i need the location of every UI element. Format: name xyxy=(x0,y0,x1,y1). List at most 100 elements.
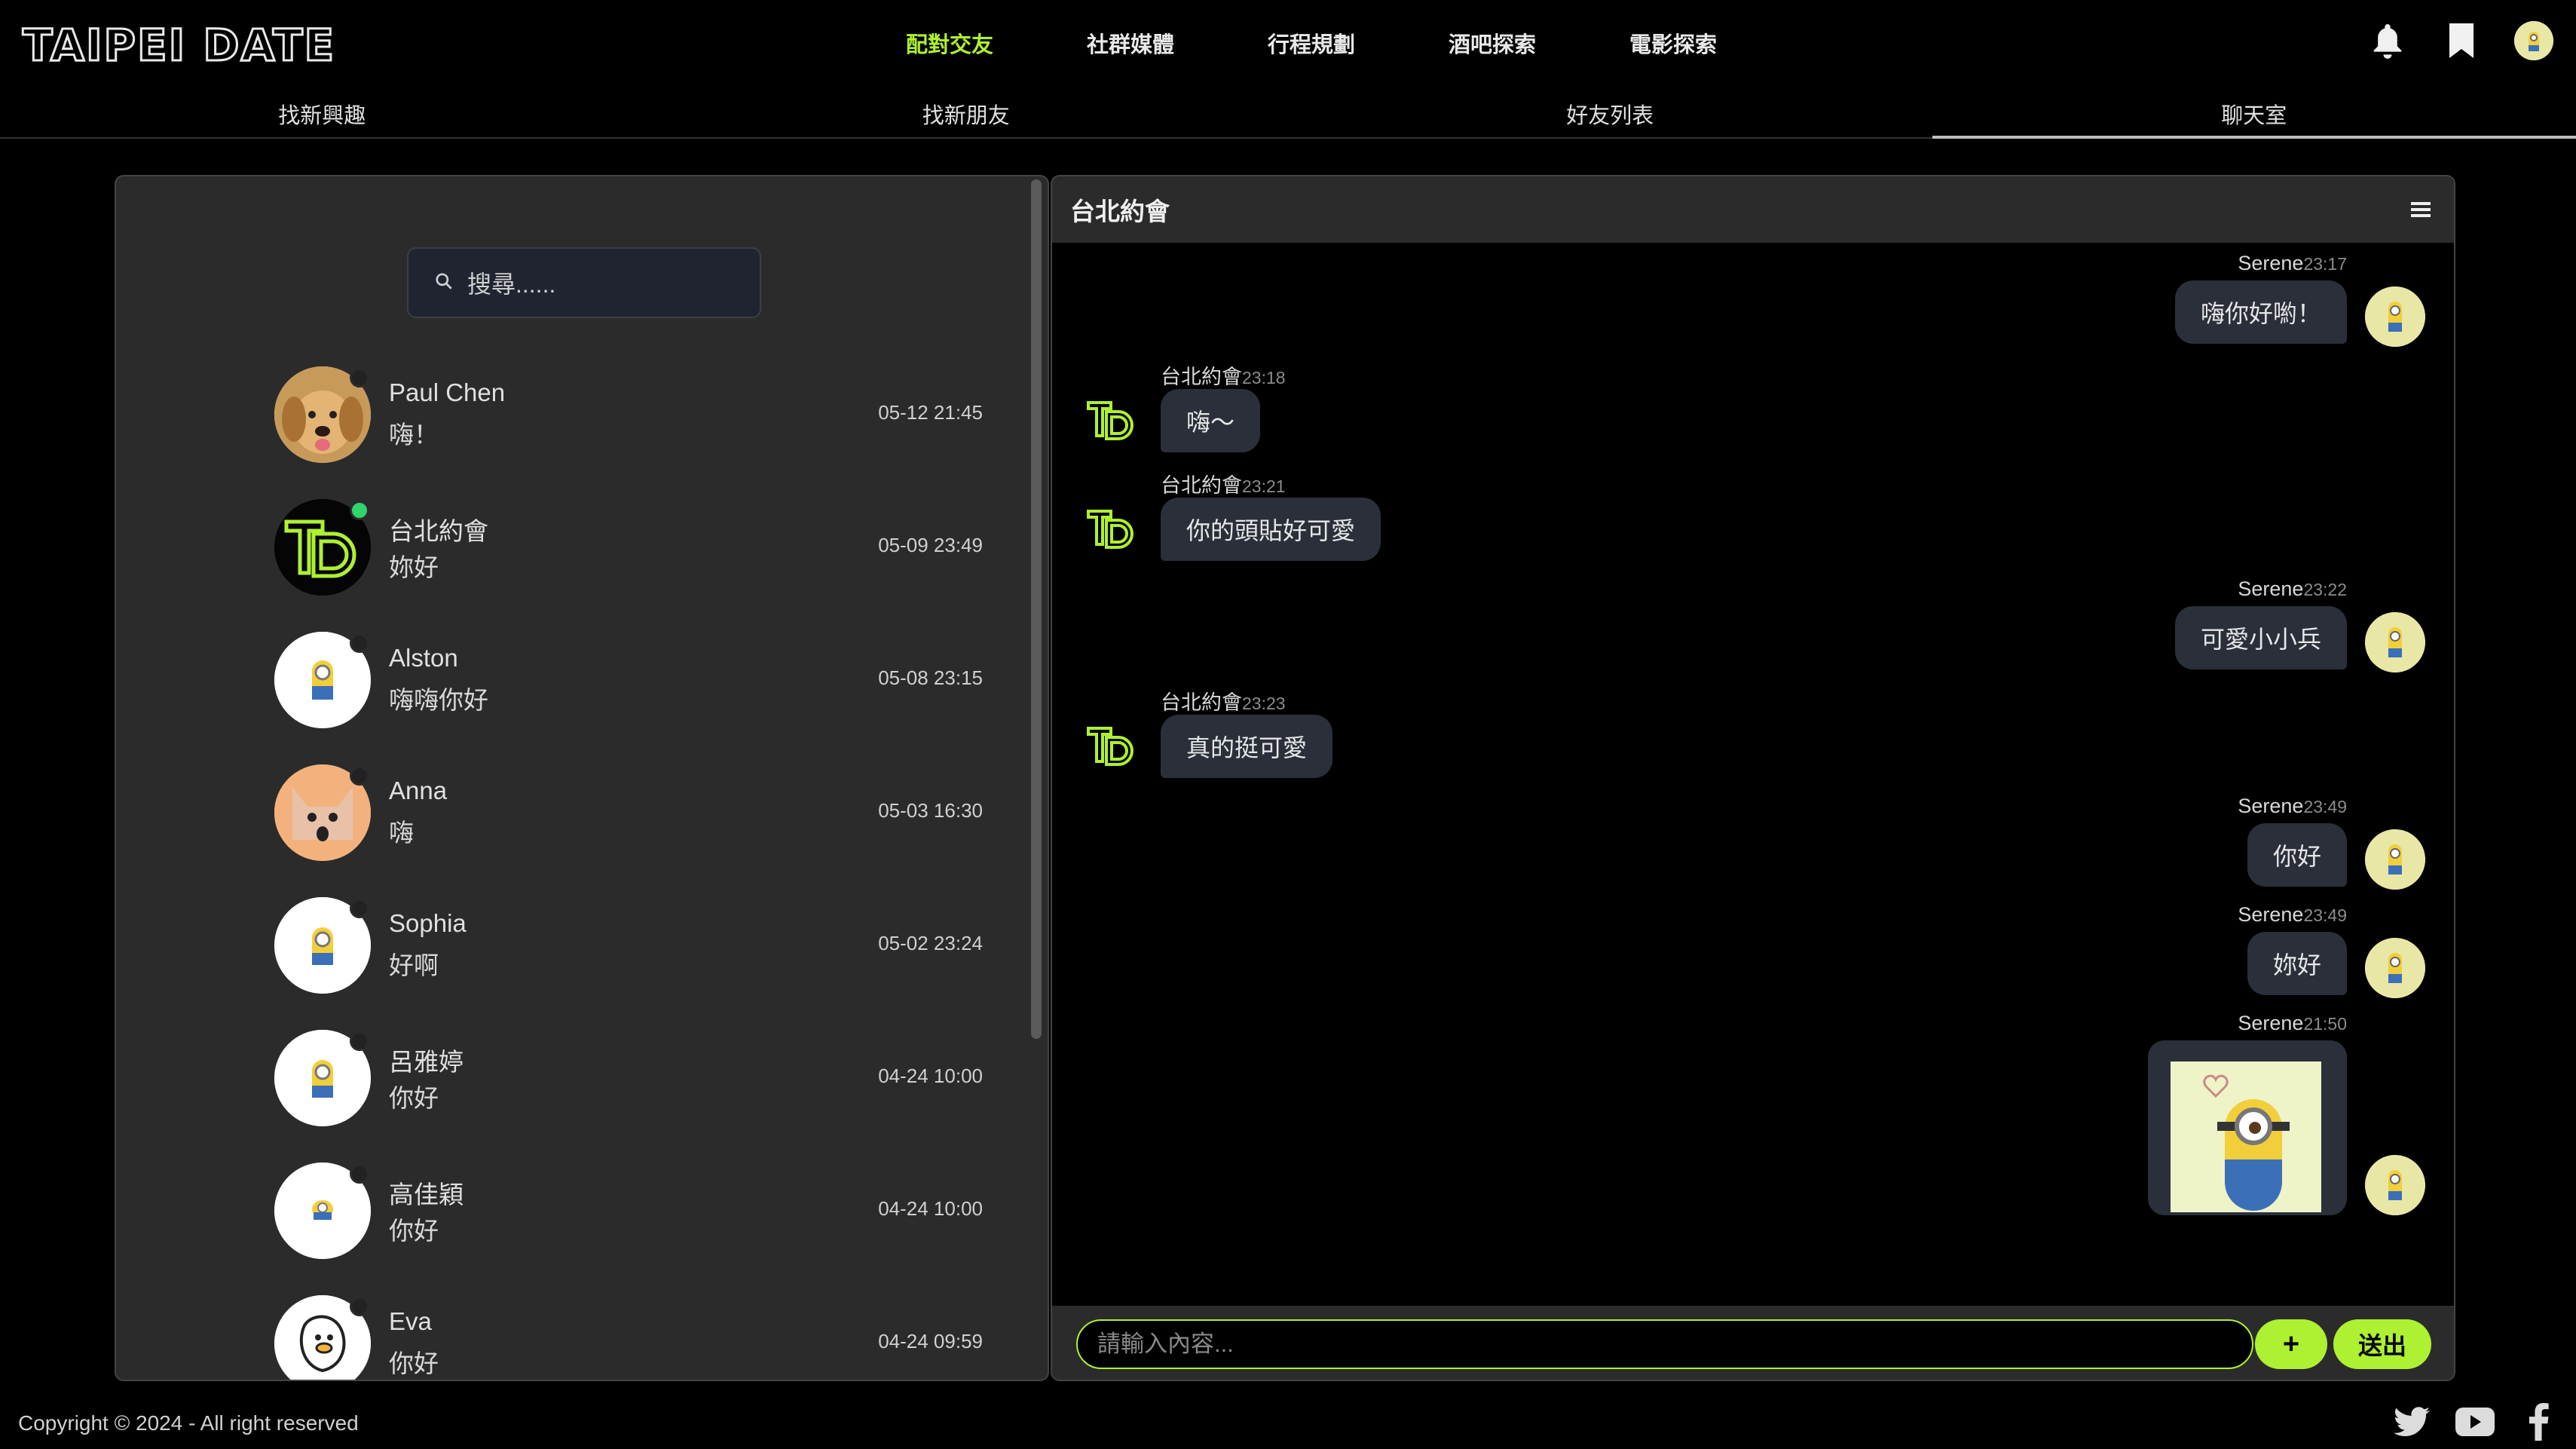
message-sender: 台北約會 xyxy=(1161,474,1242,497)
bookmark-icon[interactable] xyxy=(2440,20,2483,62)
contact-item[interactable]: Anna 嗨 05-03 16:30 xyxy=(274,760,983,865)
message-bubble: 可愛小小兵 xyxy=(2174,606,2347,669)
message-bubble: 妳好 xyxy=(2247,932,2347,995)
message-sender: 台北約會 xyxy=(1161,691,1242,714)
contact-name: Alston xyxy=(389,644,458,672)
message-meta: Serene23:22 xyxy=(2238,577,2347,601)
menu-icon[interactable] xyxy=(2406,195,2436,225)
contact-name: 台北約會 xyxy=(389,517,488,545)
message-time: 23:23 xyxy=(1242,694,1286,713)
contact-last-message: 好啊 xyxy=(389,951,439,979)
message-meta: 台北約會23:23 xyxy=(1161,686,1286,715)
status-dot xyxy=(350,766,369,786)
status-dot xyxy=(350,1031,369,1051)
status-dot-online xyxy=(350,501,369,520)
facebook-icon[interactable] xyxy=(2517,1401,2559,1443)
contact-name: Eva xyxy=(389,1307,432,1335)
message-sender: Serene xyxy=(2238,252,2304,274)
contact-name: Paul Chen xyxy=(389,378,506,406)
bell-icon[interactable] xyxy=(2366,20,2409,62)
message-sender: Serene xyxy=(2238,577,2304,600)
contact-item[interactable]: Sophia 好啊 05-02 23:24 xyxy=(274,893,983,998)
status-dot xyxy=(350,1164,369,1184)
tab-friend-list[interactable]: 好友列表 xyxy=(1288,92,1932,137)
contact-item[interactable]: Paul Chen 嗨！ 05-12 21:45 xyxy=(274,362,983,467)
contact-time: 05-09 23:49 xyxy=(878,534,983,556)
youtube-icon[interactable] xyxy=(2454,1401,2496,1443)
message-time: 23:17 xyxy=(2303,254,2347,274)
chat-input-bar: + 送出 xyxy=(1052,1306,2454,1380)
message-time: 23:18 xyxy=(1242,368,1286,388)
message-meta: Serene23:49 xyxy=(2238,795,2347,818)
social-links xyxy=(2391,1401,2559,1443)
contact-time: 04-24 10:00 xyxy=(878,1065,983,1087)
contact-item[interactable]: 呂雅婷 你好 04-24 10:00 xyxy=(274,1025,983,1131)
contact-last-message: 嗨嗨你好 xyxy=(389,686,488,714)
message-sender: Serene xyxy=(2238,795,2304,817)
message-meta: Serene23:17 xyxy=(2238,252,2347,275)
nav-matching[interactable]: 配對交友 xyxy=(859,27,1040,59)
twitter-icon[interactable] xyxy=(2391,1401,2433,1443)
contact-time: 04-24 09:59 xyxy=(878,1330,983,1353)
contact-last-message: 嗨！ xyxy=(389,421,439,449)
search-placeholder: 搜尋...... xyxy=(467,271,556,298)
message-meta: Serene23:49 xyxy=(2238,903,2347,927)
message-bubble: 你好 xyxy=(2247,823,2347,887)
search-box[interactable]: 搜尋...... xyxy=(407,247,761,318)
contact-time: 05-02 23:24 xyxy=(878,932,983,954)
message-time: 23:21 xyxy=(1242,476,1286,496)
contact-last-message: 你好 xyxy=(389,1349,439,1377)
contact-name: Sophia xyxy=(389,909,467,937)
contact-last-message: 妳好 xyxy=(389,553,439,581)
nav-movie-explore[interactable]: 電影探索 xyxy=(1583,27,1764,59)
contact-item[interactable]: 台北約會 妳好 05-09 23:49 xyxy=(274,495,983,600)
td-avatar xyxy=(1085,721,1140,775)
status-dot xyxy=(350,1297,369,1316)
contact-item[interactable]: 高佳穎 你好 04-24 10:00 xyxy=(274,1158,983,1264)
message-input[interactable] xyxy=(1076,1319,2253,1369)
self-avatar xyxy=(2365,1155,2425,1215)
message-time: 23:49 xyxy=(2303,905,2347,925)
copyright-text: Copyright © 2024 - All right reserved xyxy=(18,1411,359,1435)
add-attachment-button[interactable]: + xyxy=(2255,1319,2327,1369)
message-sender: Serene xyxy=(2238,1012,2304,1034)
message-bubble: 真的挺可愛 xyxy=(1161,715,1333,778)
tab-find-friends[interactable]: 找新朋友 xyxy=(644,92,1289,137)
status-dot xyxy=(350,368,369,388)
top-icons xyxy=(2366,20,2553,62)
contact-item[interactable]: Alston 嗨嗨你好 05-08 23:15 xyxy=(274,627,983,733)
contact-time: 05-12 21:45 xyxy=(878,401,983,424)
contact-list-panel: 搜尋...... Paul Chen 嗨！ 05-12 21:45 台北約會 妳… xyxy=(115,175,1049,1381)
self-avatar xyxy=(2365,286,2425,347)
nav-bar-explore[interactable]: 酒吧探索 xyxy=(1402,27,1583,59)
contact-name: Anna xyxy=(389,777,448,804)
nav-trip-planning[interactable]: 行程規劃 xyxy=(1221,27,1402,59)
contact-name: 高佳穎 xyxy=(389,1181,463,1209)
self-avatar xyxy=(2365,938,2425,998)
status-dot xyxy=(350,633,369,653)
tab-chatroom[interactable]: 聊天室 xyxy=(1932,92,2576,139)
send-button[interactable]: 送出 xyxy=(2333,1319,2431,1369)
contact-item[interactable]: Eva 你好 04-24 09:59 xyxy=(274,1291,983,1380)
contact-time: 04-24 10:00 xyxy=(878,1197,983,1220)
nav-social-media[interactable]: 社群媒體 xyxy=(1040,27,1221,59)
app-logo[interactable]: TAIPEI DATE xyxy=(21,19,335,72)
image-message-bubble[interactable] xyxy=(2148,1040,2347,1215)
chat-header: 台北約會 xyxy=(1052,176,2454,243)
message-time: 23:22 xyxy=(2303,580,2347,599)
top-navigation: TAIPEI DATE 配對交友 社群媒體 行程規劃 酒吧探索 電影探索 xyxy=(0,0,2576,84)
td-avatar xyxy=(1085,395,1140,449)
self-avatar xyxy=(2365,829,2425,890)
chat-title: 台北約會 xyxy=(1070,198,1170,225)
contact-list-scrollbar[interactable] xyxy=(1031,179,1042,1039)
message-time: 23:49 xyxy=(2303,797,2347,816)
tab-find-interests[interactable]: 找新興趣 xyxy=(0,92,644,137)
message-bubble: 嗨～ xyxy=(1161,389,1261,452)
main-nav: 配對交友 社群媒體 行程規劃 酒吧探索 電影探索 xyxy=(859,27,1764,59)
sub-tabs: 找新興趣 找新朋友 好友列表 聊天室 xyxy=(0,92,2576,139)
search-icon xyxy=(434,271,454,295)
user-avatar[interactable] xyxy=(2514,21,2553,60)
contact-name: 呂雅婷 xyxy=(389,1048,463,1076)
message-time: 21:50 xyxy=(2303,1014,2347,1034)
contact-last-message: 你好 xyxy=(389,1217,439,1245)
